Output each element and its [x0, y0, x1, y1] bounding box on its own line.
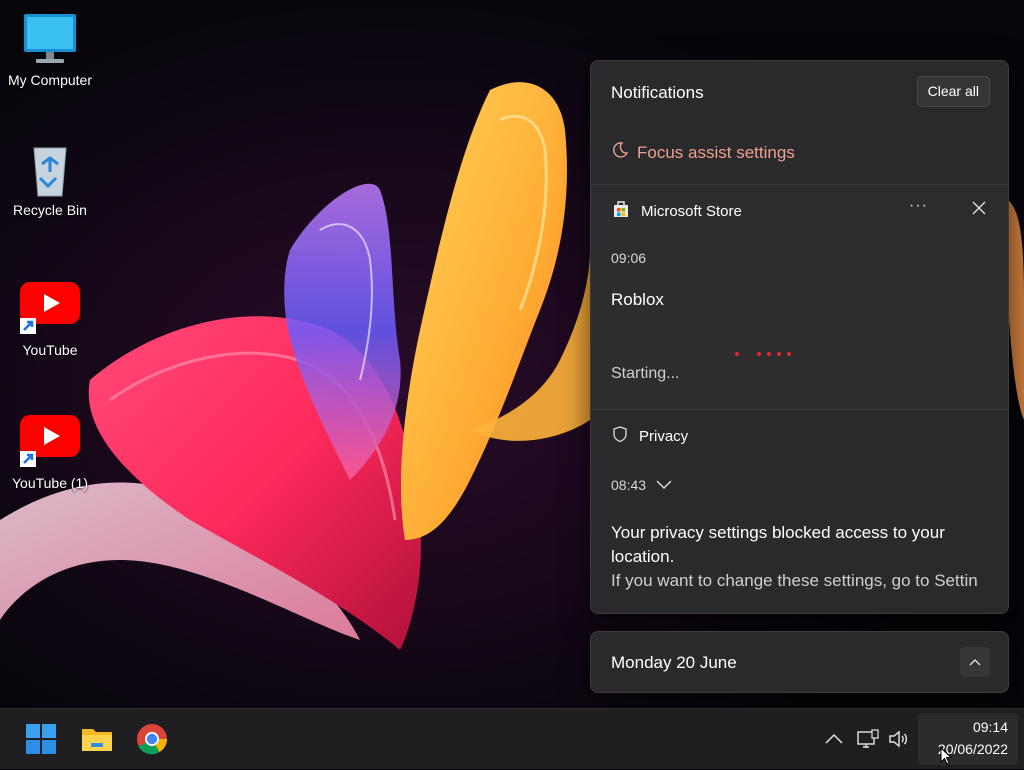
- loading-dot: [735, 352, 739, 356]
- notification-app-name: Microsoft Store: [641, 202, 742, 220]
- notification-app-name: Privacy: [639, 427, 689, 445]
- desktop-icon-label: My Computer: [7, 72, 93, 88]
- focus-assist-settings-link[interactable]: Focus assist settings: [611, 141, 795, 164]
- notification-card-privacy[interactable]: Privacy 08:43 Your privacy settings bloc…: [591, 409, 1008, 613]
- notification-time: 09:06: [611, 250, 647, 266]
- loading-dot: [777, 352, 781, 356]
- desktop-icon-youtube-1[interactable]: YouTube (1): [0, 415, 100, 491]
- close-icon[interactable]: [972, 201, 986, 215]
- volume-icon[interactable]: [888, 729, 910, 749]
- mouse-cursor-icon: [940, 746, 953, 770]
- focus-assist-label: Focus assist settings: [637, 142, 795, 162]
- loading-dot: [757, 352, 761, 356]
- desktop-icon-youtube[interactable]: YouTube: [0, 282, 100, 358]
- chrome-icon[interactable]: [136, 723, 168, 755]
- moon-icon: [611, 141, 629, 164]
- desktop-icon-label: YouTube (1): [11, 475, 88, 491]
- taskbar: 09:14 20/06/2022: [0, 708, 1024, 769]
- recycle-bin-icon: [20, 142, 80, 198]
- shield-icon: [611, 425, 629, 447]
- clear-all-button[interactable]: Clear all: [916, 76, 990, 107]
- chevron-up-icon: [969, 653, 981, 671]
- notification-status: Starting...: [611, 365, 680, 382]
- chevron-up-icon[interactable]: [823, 729, 845, 749]
- expand-calendar-button[interactable]: [960, 647, 990, 677]
- notification-time: 08:43: [611, 477, 647, 493]
- notification-body: Your privacy settings blocked access to …: [611, 523, 945, 566]
- youtube-icon: [20, 415, 80, 471]
- desktop-icon-label: Recycle Bin: [13, 202, 87, 218]
- calendar-panel: Monday 20 June: [590, 631, 1009, 693]
- microsoft-store-icon: [611, 199, 631, 223]
- network-icon[interactable]: [857, 729, 879, 749]
- desktop-icon-label: YouTube: [22, 342, 78, 358]
- notification-card-microsoft-store[interactable]: Microsoft Store ··· 09:06 Roblox Startin…: [591, 184, 1008, 410]
- notification-title: Roblox: [611, 290, 664, 309]
- notification-center: Notifications Clear all Focus assist set…: [590, 60, 1009, 614]
- loading-dot: [787, 352, 791, 356]
- start-icon[interactable]: [25, 723, 57, 755]
- desktop-icon-my-computer[interactable]: My Computer: [0, 12, 100, 88]
- file-explorer-icon[interactable]: [81, 723, 113, 755]
- notification-detail: If you want to change these settings, go…: [611, 571, 978, 590]
- calendar-date: Monday 20 June: [611, 653, 737, 672]
- desktop-icon-recycle-bin[interactable]: Recycle Bin: [0, 142, 100, 218]
- loading-indicator: [735, 343, 797, 361]
- more-options-button[interactable]: ···: [909, 197, 928, 215]
- clock-button[interactable]: 09:14 20/06/2022: [918, 713, 1018, 765]
- notifications-title: Notifications: [611, 83, 704, 102]
- clock-time: 09:14: [972, 719, 1008, 735]
- youtube-icon: [20, 282, 80, 338]
- monitor-icon: [20, 12, 80, 68]
- loading-dot: [767, 352, 771, 356]
- chevron-down-icon[interactable]: [656, 477, 672, 493]
